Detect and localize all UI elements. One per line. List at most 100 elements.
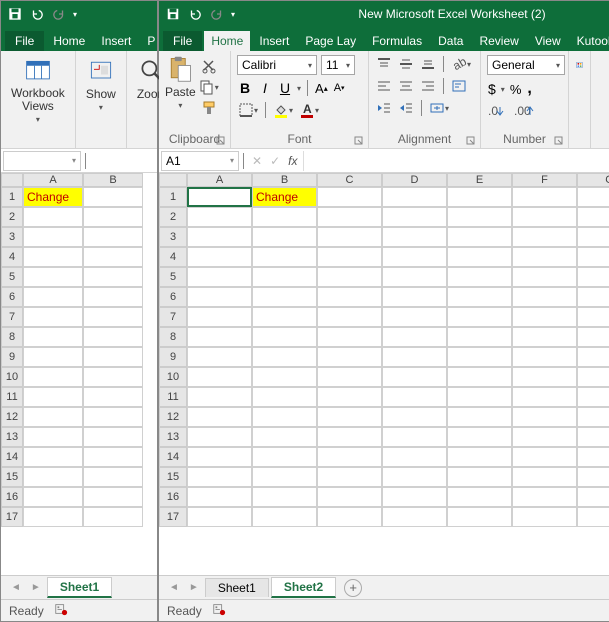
cell[interactable] (83, 307, 143, 327)
cell[interactable] (317, 227, 382, 247)
cell[interactable] (447, 467, 512, 487)
cell[interactable] (577, 207, 609, 227)
sheet-nav-prev-icon[interactable]: ◄ (7, 582, 25, 593)
name-box[interactable]: ▾ (3, 151, 81, 171)
cell[interactable] (382, 427, 447, 447)
number-format-combo[interactable]: General▾ (487, 55, 565, 75)
row-header[interactable]: 15 (159, 467, 187, 487)
col-header[interactable]: G (577, 173, 609, 187)
cell[interactable] (447, 447, 512, 467)
cell[interactable] (317, 427, 382, 447)
cell[interactable] (23, 227, 83, 247)
cell[interactable] (83, 267, 143, 287)
tab-insert[interactable]: Insert (252, 31, 296, 51)
tab-home[interactable]: Home (204, 31, 250, 51)
cell[interactable] (23, 347, 83, 367)
row-header[interactable]: 3 (1, 227, 23, 247)
row-header[interactable]: 10 (1, 367, 23, 387)
cell[interactable] (577, 347, 609, 367)
undo-icon[interactable] (29, 6, 45, 22)
cell[interactable] (382, 507, 447, 527)
row-header[interactable]: 17 (1, 507, 23, 527)
cell[interactable] (83, 467, 143, 487)
cell[interactable] (317, 187, 382, 207)
align-top-icon[interactable] (375, 55, 393, 73)
formula-input[interactable] (303, 151, 609, 171)
cell[interactable] (83, 207, 143, 227)
cell[interactable] (447, 287, 512, 307)
cell[interactable] (577, 187, 609, 207)
cell[interactable] (382, 467, 447, 487)
undo-icon[interactable] (187, 6, 203, 22)
sheet-nav-prev-icon[interactable]: ◄ (165, 582, 183, 593)
cell[interactable] (577, 407, 609, 427)
row-header[interactable]: 5 (159, 267, 187, 287)
cell[interactable] (447, 407, 512, 427)
cell[interactable] (23, 207, 83, 227)
cell[interactable] (317, 367, 382, 387)
cell[interactable] (252, 447, 317, 467)
cell[interactable] (447, 487, 512, 507)
row-header[interactable]: 8 (1, 327, 23, 347)
cell[interactable] (577, 487, 609, 507)
percent-format-icon[interactable]: % (509, 81, 523, 98)
cell[interactable] (382, 207, 447, 227)
save-icon[interactable] (7, 6, 23, 22)
fx-icon[interactable]: fx (288, 154, 297, 168)
cell[interactable] (187, 247, 252, 267)
cell[interactable] (252, 507, 317, 527)
cell[interactable] (447, 187, 512, 207)
cell[interactable] (317, 247, 382, 267)
row-header[interactable]: 1 (159, 187, 187, 207)
cell[interactable] (317, 287, 382, 307)
cell[interactable] (512, 387, 577, 407)
cell[interactable] (447, 267, 512, 287)
row-header[interactable]: 13 (159, 427, 187, 447)
cell[interactable] (23, 487, 83, 507)
cell[interactable] (252, 247, 317, 267)
orientation-icon[interactable]: ab▾ (450, 55, 472, 73)
cell[interactable] (23, 287, 83, 307)
cell[interactable] (382, 367, 447, 387)
cell[interactable]: Change (252, 187, 317, 207)
cell[interactable] (577, 247, 609, 267)
row-header[interactable]: 1 (1, 187, 23, 207)
cell[interactable] (23, 267, 83, 287)
cell[interactable] (83, 287, 143, 307)
cell[interactable] (187, 207, 252, 227)
cell[interactable] (577, 287, 609, 307)
cell[interactable] (512, 247, 577, 267)
cell[interactable] (83, 327, 143, 347)
sheet-nav-next-icon[interactable]: ► (185, 582, 203, 593)
tab-pagelayout[interactable]: Page Lay (298, 31, 363, 51)
align-middle-icon[interactable] (397, 55, 415, 73)
cell[interactable] (447, 347, 512, 367)
font-size-combo[interactable]: 11▾ (321, 55, 355, 75)
cell[interactable] (187, 267, 252, 287)
format-painter-icon[interactable] (198, 99, 220, 117)
copy-icon[interactable]: ▾ (198, 78, 220, 96)
row-header[interactable]: 7 (159, 307, 187, 327)
cell[interactable] (23, 427, 83, 447)
cell[interactable] (382, 187, 447, 207)
cell[interactable] (187, 227, 252, 247)
underline-icon[interactable]: U (277, 79, 293, 97)
cell[interactable] (382, 267, 447, 287)
row-header[interactable]: 2 (1, 207, 23, 227)
borders-icon[interactable]: ▾ (237, 101, 259, 119)
cell[interactable] (252, 227, 317, 247)
cell[interactable] (382, 447, 447, 467)
accounting-format-icon[interactable]: $ (487, 80, 497, 98)
tab-home[interactable]: Home (46, 31, 92, 51)
tab-file[interactable]: File (5, 31, 44, 51)
enter-icon[interactable]: ✓ (270, 154, 280, 168)
cell[interactable] (447, 507, 512, 527)
cell[interactable] (187, 427, 252, 447)
cell[interactable] (577, 227, 609, 247)
cell[interactable] (317, 267, 382, 287)
cell[interactable] (252, 327, 317, 347)
row-header[interactable]: 11 (159, 387, 187, 407)
cell[interactable] (317, 507, 382, 527)
cell[interactable] (187, 447, 252, 467)
cell[interactable] (447, 327, 512, 347)
